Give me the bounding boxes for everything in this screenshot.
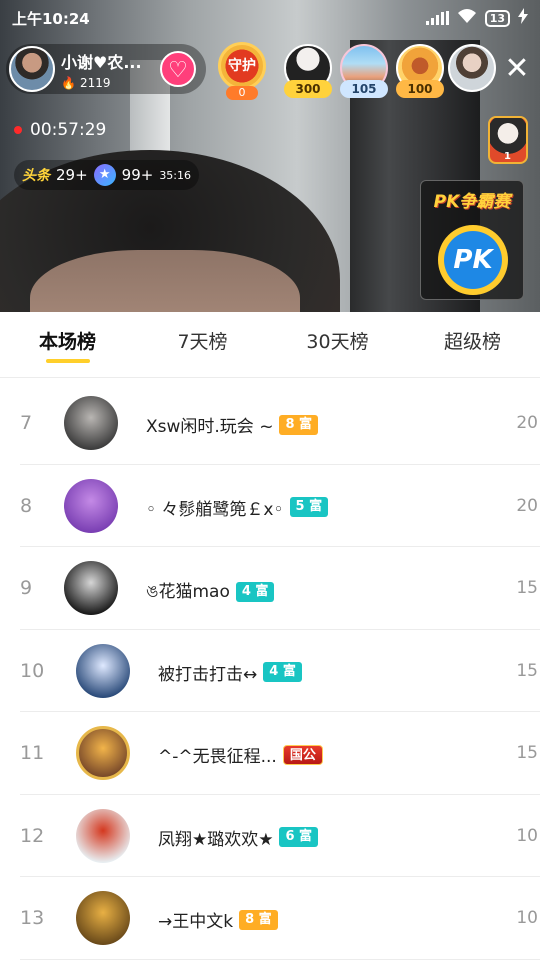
rank-number: 7 [20,412,33,434]
user-avatar[interactable] [76,891,130,945]
ranking-row[interactable]: 12 凤翔★璐欢欢★ 6 富 10 [20,795,540,877]
rank-number: 8 [20,494,33,517]
guard-shield-icon: 守护 [218,42,266,90]
top-fan-badge[interactable]: 1 [488,116,528,164]
tab-label: 本场榜 [38,331,96,353]
user-avatar[interactable] [76,643,130,698]
user-name: ঙ花猫mao [146,582,230,602]
status-icons: 13 [425,8,528,28]
host-meta: 小谢♥农... 🔥 2119 [61,49,142,90]
contribution-score: 10 [516,908,538,928]
wifi-icon [457,8,477,28]
level-badge: 8 富 [279,414,319,435]
user-name-line: →王中文k 8 富 [158,907,278,932]
rank-number: 13 [20,907,45,929]
live-timer-value: 00:57:29 [30,120,107,140]
host-name: 小谢♥农... [61,52,142,72]
tab-label: 7天榜 [177,331,228,353]
battery-icon: 13 [484,9,510,27]
recording-dot-icon [14,126,22,134]
user-name-line: ◦ 々髿艏鹭篼￡x◦ 5 富 [146,495,329,520]
ranking-list: 7 Xsw闲时.玩会 ~ 8 富 20 8 ◦ 々髿艏鹭篼￡x◦ 5 富 20 … [0,382,540,960]
tab-30-days[interactable]: 30天榜 [270,312,405,377]
rank-number: 10 [20,659,45,682]
contribution-score: 15 [516,578,538,598]
tab-underline [45,359,90,363]
ranking-row[interactable]: 11 ^-^无畏征程... 国公 15 [20,712,540,795]
tab-super[interactable]: 超级榜 [405,312,540,377]
contribution-score: 15 [516,660,538,681]
user-avatar[interactable] [64,561,118,615]
level-badge: 8 富 [239,909,278,930]
star-time: 35:16 [159,168,192,182]
rank-number: 9 [20,577,33,599]
user-name: 凤翔★璐欢欢★ [158,829,274,850]
host-heat: 🔥 2119 [61,76,142,90]
contribution-score: 10 [516,825,538,846]
follow-heart-button[interactable]: ♡ [160,51,196,87]
star-icon: ★ [93,164,116,186]
tab-this-session[interactable]: 本场榜 [0,312,135,377]
ranking-row[interactable]: 7 Xsw闲时.玩会 ~ 8 富 20 [20,382,540,465]
user-name-line: 被打击打击↔ 4 富 [158,660,302,685]
headline-count: 29+ [56,166,88,184]
rank-number: 11 [20,742,45,764]
stream-badges[interactable]: 头条 29+ ★ 99+ 35:16 [14,160,200,190]
charging-icon [518,8,528,28]
top-fan-count: 1 [504,151,511,162]
user-avatar[interactable] [76,808,130,863]
tab-7-days[interactable]: 7天榜 [135,312,270,377]
tab-label: 30天榜 [306,331,369,353]
pk-title: PK争霸赛 [433,192,511,212]
user-avatar[interactable] [76,726,130,780]
live-timer: 00:57:29 [14,120,106,140]
user-name: ^-^无畏征程... [158,747,277,767]
host-heat-value: 2119 [79,75,111,90]
ranking-row[interactable]: 9 ঙ花猫mao 4 富 15 [20,547,540,630]
user-name-line: ^-^无畏征程... 国公 [158,742,323,767]
viewer-badge: 300 [284,80,332,98]
user-name: ◦ 々髿艏鹭篼￡x◦ [146,499,284,520]
level-badge: 4 富 [263,662,302,682]
user-name-line: Xsw闲时.玩会 ~ 8 富 [146,412,319,437]
star-count: 99+ [121,166,154,184]
level-badge: 6 富 [279,827,319,847]
level-badge: 5 富 [289,497,329,517]
ranking-tabs: 本场榜 7天榜 30天榜 超级榜 [0,312,540,378]
live-video[interactable]: 上午10:24 13 小谢♥农... 🔥 2119 ♡ 守护 0 300 105… [0,0,540,312]
user-avatar[interactable] [64,396,118,450]
fire-icon: 🔥 [61,75,76,90]
contribution-score: 20 [516,413,538,433]
viewer-avatar[interactable] [448,44,496,92]
signal-icon [425,11,449,25]
user-name-line: 凤翔★璐欢欢★ 6 富 [158,825,319,850]
pk-coin-icon: PK [438,225,508,295]
status-bar: 上午10:24 13 [0,0,540,36]
noble-badge: 国公 [282,744,323,765]
contribution-score: 15 [516,743,538,763]
level-badge: 4 富 [235,582,275,602]
contribution-score: 20 [516,495,538,516]
tab-label: 超级榜 [443,331,501,353]
user-avatar[interactable] [64,478,118,533]
guard-badge[interactable]: 守护 0 [214,40,270,100]
user-name-line: ঙ花猫mao 4 富 [146,577,275,607]
viewer-badge: 100 [396,80,444,98]
host-avatar[interactable] [9,46,55,92]
ranking-row[interactable]: 8 ◦ 々髿艏鹭篼￡x◦ 5 富 20 [20,465,540,547]
ranking-row[interactable]: 10 被打击打击↔ 4 富 15 [20,630,540,712]
guard-count: 0 [226,86,258,100]
user-name: Xsw闲时.玩会 ~ [146,417,274,437]
user-name: →王中文k [158,912,234,932]
status-time: 上午10:24 [12,9,90,28]
user-name: 被打击打击↔ [158,664,258,685]
headline-icon: 头条 [22,168,50,184]
ranking-row[interactable]: 13 →王中文k 8 富 10 [20,877,540,960]
viewer-badge: 105 [340,80,388,98]
close-icon[interactable]: ✕ [500,52,534,86]
rank-number: 12 [20,824,45,847]
pk-contest-button[interactable]: PK争霸赛 PK [420,180,524,300]
